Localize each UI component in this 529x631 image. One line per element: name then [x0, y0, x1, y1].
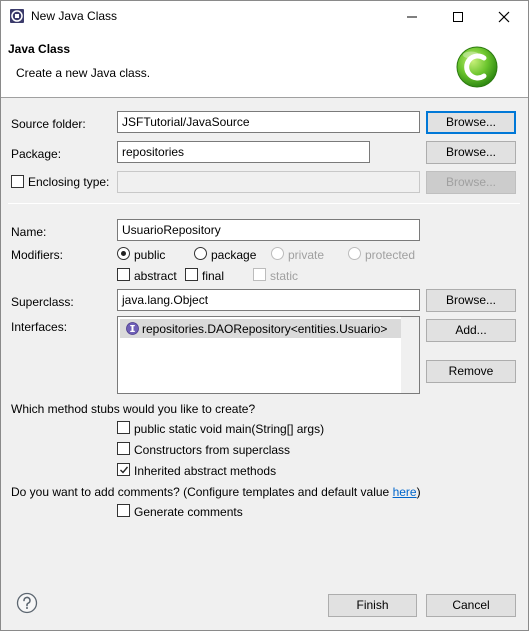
main-method-checkbox[interactable] [117, 421, 130, 434]
enclosing-type-input[interactable] [117, 171, 420, 193]
new-java-class-dialog: New Java Class Java Class Create a new J… [0, 0, 529, 631]
enclosing-type-label: Enclosing type: [28, 175, 110, 189]
modifier-protected-radio[interactable] [348, 247, 361, 260]
modifier-protected-label: protected [365, 248, 416, 262]
modifiers-label: Modifiers: [11, 248, 64, 262]
static-checkbox[interactable] [253, 268, 266, 281]
checkmark-icon [120, 466, 129, 474]
banner-description: Create a new Java class. [16, 66, 151, 80]
superclass-label: Superclass: [11, 295, 74, 309]
finish-button[interactable]: Finish [328, 594, 417, 617]
name-label: Name: [11, 225, 47, 239]
superclass-input[interactable]: java.lang.Object [117, 289, 420, 311]
superclass-browse-button[interactable]: Browse... [426, 289, 516, 312]
abstract-label: abstract [134, 269, 177, 283]
inherited-abstract-checkbox[interactable] [117, 463, 130, 476]
cancel-button[interactable]: Cancel [426, 594, 516, 617]
wizard-banner: Java Class Create a new Java class. [1, 32, 528, 98]
source-folder-browse-button[interactable]: Browse... [426, 111, 516, 134]
method-stubs-question: Which method stubs would you like to cre… [11, 402, 256, 416]
close-icon [498, 11, 510, 22]
eclipse-app-icon [10, 9, 24, 23]
modifier-private-label: private [288, 248, 325, 262]
title-bar: New Java Class [1, 1, 528, 32]
interface-icon [126, 322, 139, 335]
list-item[interactable]: repositories.DAORepository<entities.Usua… [120, 319, 401, 338]
separator [8, 203, 520, 204]
source-folder-input[interactable]: JSFTutorial/JavaSource [117, 111, 420, 133]
java-class-wizard-icon [456, 46, 498, 88]
generate-comments-checkbox[interactable] [117, 504, 130, 517]
generate-comments-label: Generate comments [134, 505, 243, 519]
modifier-public-radio[interactable] [117, 247, 130, 260]
minimize-icon [407, 16, 417, 17]
comments-question-end: ) [416, 485, 421, 499]
enclosing-type-browse-button[interactable]: Browse... [426, 171, 516, 194]
class-name-input[interactable]: UsuarioRepository [117, 219, 420, 241]
package-browse-button[interactable]: Browse... [426, 141, 516, 164]
enclosing-type-checkbox[interactable] [11, 175, 24, 188]
main-method-label: public static void main(String[] args) [134, 422, 325, 436]
remove-interface-button[interactable]: Remove [426, 360, 516, 383]
source-folder-label: Source folder: [11, 117, 86, 131]
modifier-package-label: package [211, 248, 257, 262]
comments-question: Do you want to add comments? (Configure … [11, 485, 421, 499]
constructors-checkbox[interactable] [117, 442, 130, 455]
modifier-private-radio[interactable] [271, 247, 284, 260]
maximize-icon [453, 11, 463, 22]
inherited-abstract-label: Inherited abstract methods [134, 464, 277, 478]
modifier-package-radio[interactable] [194, 247, 207, 260]
configure-templates-link[interactable]: here [393, 485, 417, 499]
interfaces-list-scrollbar-track [401, 317, 419, 393]
static-label: static [270, 269, 299, 283]
abstract-checkbox[interactable] [117, 268, 130, 281]
interface-name: repositories.DAORepository<entities.Usua… [142, 322, 388, 336]
window-title: New Java Class [31, 9, 118, 23]
interfaces-list[interactable]: repositories.DAORepository<entities.Usua… [117, 316, 420, 394]
banner-title: Java Class [8, 42, 71, 56]
package-label: Package: [11, 147, 62, 161]
close-button[interactable] [481, 1, 527, 32]
minimize-button[interactable] [389, 1, 435, 32]
package-input[interactable]: repositories [117, 141, 370, 163]
add-interface-button[interactable]: Add... [426, 319, 516, 342]
comments-question-text: Do you want to add comments? (Configure … [11, 485, 393, 499]
final-checkbox[interactable] [185, 268, 198, 281]
modifier-public-label: public [134, 248, 166, 262]
constructors-label: Constructors from superclass [134, 443, 291, 457]
help-icon[interactable] [16, 592, 38, 614]
final-label: final [202, 269, 225, 283]
interfaces-label: Interfaces: [11, 320, 68, 334]
maximize-button[interactable] [435, 1, 481, 32]
